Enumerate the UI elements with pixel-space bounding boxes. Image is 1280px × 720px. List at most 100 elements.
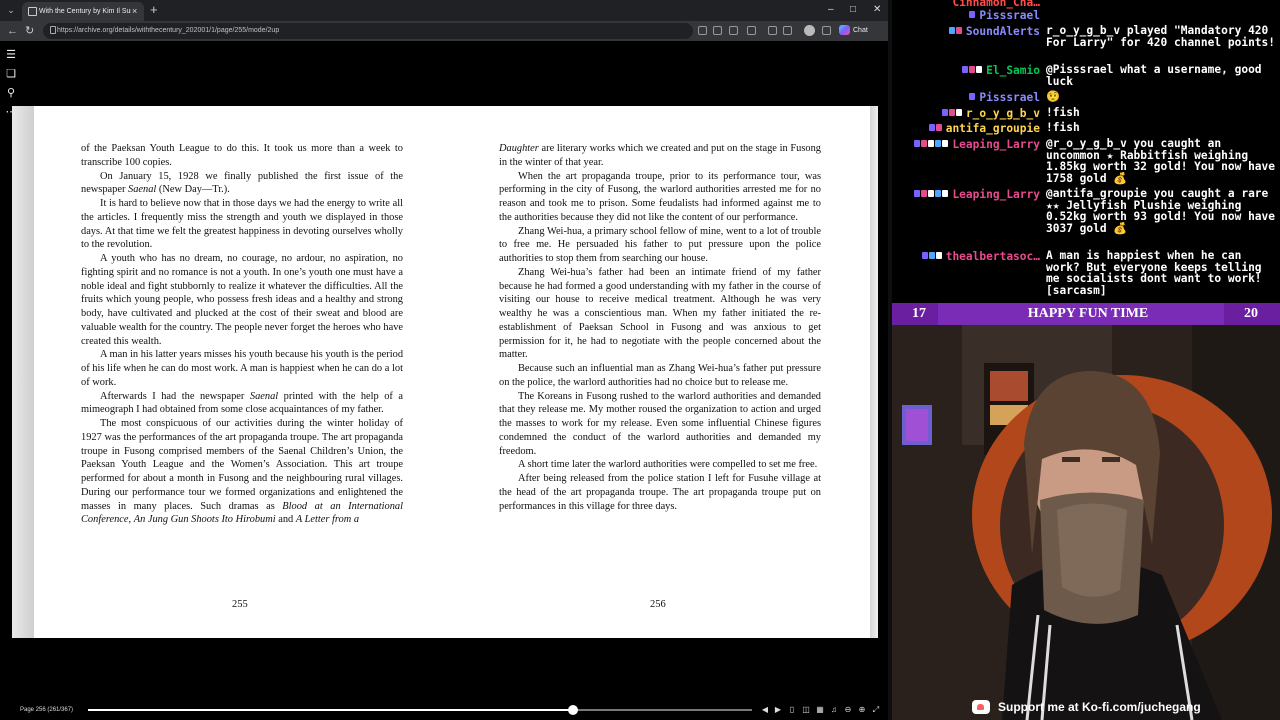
chat-username[interactable]: Leaping_Larry xyxy=(952,138,1040,151)
one-page-view-icon[interactable]: ▯ xyxy=(787,705,797,715)
chat-badges xyxy=(921,252,943,265)
extension-icon[interactable] xyxy=(747,26,756,35)
copilot-logo-icon xyxy=(839,25,850,36)
chat-message-text: r_o_y_g_b_v played "Mandatory 420 For La… xyxy=(1046,24,1276,49)
close-window-icon[interactable]: ✕ xyxy=(873,3,881,17)
chat-message-text: 🤨 xyxy=(1046,90,1060,103)
chat-badges xyxy=(941,109,963,122)
chat-badge-icon xyxy=(921,140,928,147)
browser-window: ⌄ With the Century by Kim Il Sung (… × +… xyxy=(0,0,888,720)
new-tab-button[interactable]: + xyxy=(150,2,158,18)
tab-archive[interactable]: With the Century by Kim Il Sung (… × xyxy=(22,2,144,21)
favorite-star-icon[interactable] xyxy=(729,26,738,35)
chat-badges xyxy=(969,11,976,24)
chat-username[interactable]: Cinnamon_Cha… xyxy=(952,0,1040,9)
search-icon[interactable]: ⚲ xyxy=(5,87,17,99)
webcam-image xyxy=(892,325,1280,720)
reload-icon[interactable]: ↻ xyxy=(25,24,34,38)
zoom-out-icon[interactable]: ⊖ xyxy=(843,705,853,715)
two-page-view-icon[interactable]: ◫ xyxy=(801,705,811,715)
chat-button-label: Chat xyxy=(853,27,868,34)
collections-icon[interactable] xyxy=(783,26,792,35)
chat-badge-icon xyxy=(962,66,969,73)
maximize-icon[interactable]: □ xyxy=(850,3,856,17)
left-page-number: 255 xyxy=(232,599,248,610)
chat-badge-icon xyxy=(955,27,962,34)
kofi-banner[interactable]: Support me at Ko-fi.com/juchegang xyxy=(972,698,1272,716)
chat-username[interactable]: SoundAlerts xyxy=(966,25,1040,38)
kofi-text: Support me at Ko-fi.com/juchegang xyxy=(998,700,1201,714)
chat-message-text: A man is happiest when he can work? But … xyxy=(1046,249,1262,297)
chat-message-text: !fish xyxy=(1046,121,1080,134)
zoom-in-icon[interactable]: ⊕ xyxy=(857,705,867,715)
chat-badge-icon xyxy=(914,190,921,197)
slider-handle[interactable] xyxy=(567,705,578,715)
page-slider[interactable] xyxy=(88,705,752,715)
left-page-text: of the Paeksan Youth League to do this. … xyxy=(81,143,404,526)
chat-badge-icon xyxy=(928,124,935,131)
chat-badge-icon xyxy=(969,66,976,73)
chat-badge-icon xyxy=(928,140,935,147)
tab-search-icon[interactable]: ⌄ xyxy=(5,4,17,16)
library-icon[interactable]: ☰ xyxy=(5,49,17,61)
slider-fill xyxy=(88,709,573,711)
chat-badge-icon xyxy=(941,109,948,116)
book-reader: ☰ ❏ ⚲ ⋯ of the Paeksan Youth League to d… xyxy=(0,41,888,701)
right-page-text: Daughter are literary works which we cre… xyxy=(499,143,821,512)
chat-badge-icon xyxy=(976,66,983,73)
kofi-cup-icon xyxy=(972,699,990,714)
zoom-icon[interactable] xyxy=(698,26,707,35)
chat-badge-icon xyxy=(969,11,976,18)
chat-badge-icon xyxy=(921,252,928,259)
chat-badges xyxy=(928,124,943,137)
chat-panel: Cinnamon_Cha… Pisssrael SoundAlerts r_o_y_g… xyxy=(892,0,1280,303)
chat-username[interactable]: El_Samio xyxy=(986,64,1040,77)
url-text: https://archive.org/details/withthecentu… xyxy=(57,27,280,34)
next-page-icon[interactable]: ▶ xyxy=(773,705,783,715)
chat-badges xyxy=(914,140,949,153)
pages-icon[interactable]: ❏ xyxy=(5,68,17,80)
chat-badge-icon xyxy=(935,140,942,147)
chat-badge-icon xyxy=(948,27,955,34)
navigation-bar: ← ↻ https://archive.org/details/withthec… xyxy=(0,21,888,41)
profile-avatar-icon[interactable] xyxy=(804,25,815,36)
chat-badge-icon xyxy=(935,190,942,197)
more-options-icon[interactable] xyxy=(822,26,831,35)
chat-badge-icon xyxy=(942,140,949,147)
minimize-icon[interactable]: – xyxy=(828,3,834,17)
chat-username[interactable]: r_o_y_g_b_v xyxy=(966,107,1040,120)
tab-close-icon[interactable]: × xyxy=(132,5,137,17)
tab-title: With the Century by Kim Il Sung (… xyxy=(39,8,131,15)
chat-username[interactable]: thealbertasoc… xyxy=(946,250,1040,263)
split-screen-icon[interactable] xyxy=(768,26,777,35)
chat-badge-icon xyxy=(928,252,935,259)
chat-badges xyxy=(962,66,983,79)
thumbnail-view-icon[interactable]: ▦ xyxy=(815,705,825,715)
chat-username[interactable]: Pisssrael xyxy=(979,9,1040,22)
chat-badges xyxy=(914,190,949,203)
reader-navbar: Page 256 (261/367) ◀ ▶ ▯ ◫ ▦ ♫ ⊖ ⊕ ⤢ xyxy=(0,701,888,720)
chat-badge-icon xyxy=(969,93,976,100)
webcam-feed xyxy=(892,325,1280,720)
chat-badge-icon xyxy=(942,190,949,197)
chat-username[interactable]: Pisssrael xyxy=(979,91,1040,104)
read-aloud-icon[interactable]: ♫ xyxy=(829,705,839,715)
fullscreen-icon[interactable]: ⤢ xyxy=(871,705,881,715)
chat-username[interactable]: antifa_groupie xyxy=(946,122,1040,135)
left-page-edge xyxy=(12,106,34,638)
chat-badge-icon xyxy=(914,140,921,147)
banner-left-number: 17 xyxy=(892,303,938,325)
book-spread: of the Paeksan Youth League to do this. … xyxy=(12,106,878,638)
banner-title: HAPPY FUN TIME xyxy=(1027,306,1149,321)
chat-username[interactable]: Leaping_Larry xyxy=(952,188,1040,201)
reader-mode-icon[interactable] xyxy=(713,26,722,35)
right-page-edge xyxy=(870,106,878,638)
chat-message-text: !fish xyxy=(1046,106,1080,119)
copilot-chat-button[interactable]: Chat xyxy=(839,25,868,37)
stream-banner: 17 HAPPY FUN TIME 20 xyxy=(892,303,1280,325)
previous-page-icon[interactable]: ◀ xyxy=(760,705,770,715)
back-icon[interactable]: ← xyxy=(7,24,18,38)
lock-icon xyxy=(50,26,56,34)
address-bar[interactable]: https://archive.org/details/withthecentu… xyxy=(43,23,693,39)
chat-badge-icon xyxy=(935,124,942,131)
